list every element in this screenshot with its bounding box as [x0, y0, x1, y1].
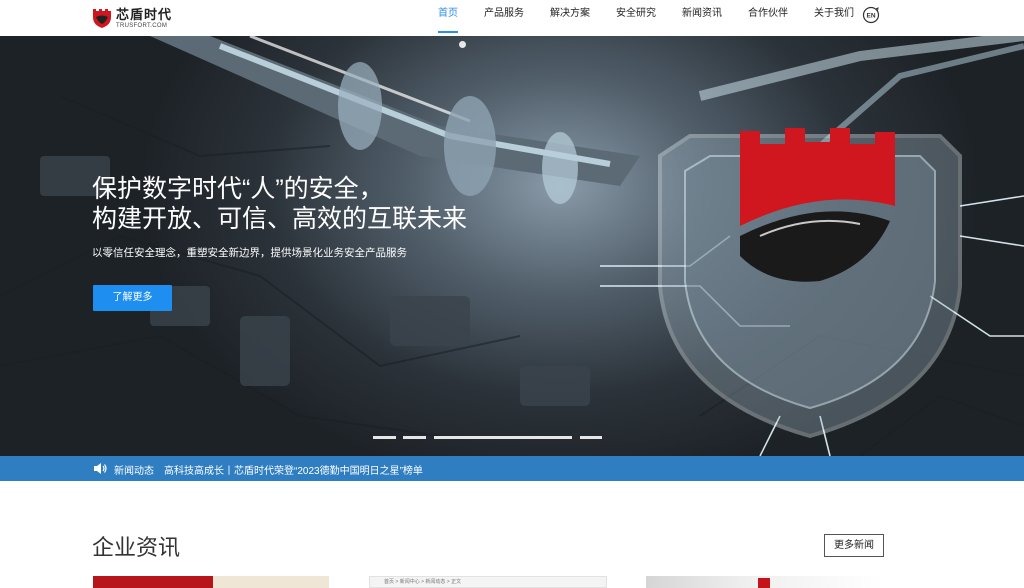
learn-more-button[interactable]: 了解更多: [93, 285, 172, 311]
nav-solutions[interactable]: 解决方案: [537, 0, 603, 36]
news-ticker-label: 新闻动态: [114, 466, 154, 477]
news-card-1[interactable]: [93, 576, 329, 588]
nav-home[interactable]: 首页: [425, 0, 471, 36]
logo-name: 芯盾时代: [116, 6, 173, 22]
hero-title-line-2: 构建开放、可信、高效的互联未来: [92, 205, 468, 233]
news-card-image-mark: [758, 578, 770, 588]
hero-subtitle: 以零信任安全理念，重塑安全新边界，提供场景化业务安全产品服务: [92, 247, 407, 259]
carousel-dot-4[interactable]: [580, 436, 602, 439]
carousel-dot-1[interactable]: [373, 436, 396, 439]
section-title: 企业资讯: [92, 535, 181, 560]
language-label: EN: [866, 13, 875, 20]
news-ticker: 新闻动态 高科技高成长丨芯盾时代荣登“2023德勤中国明日之星”榜单: [0, 456, 1024, 481]
shield-logo-icon: [93, 9, 111, 28]
news-card-breadcrumb: 首页 > 新闻中心 > 新闻动态 > 正文: [384, 579, 462, 585]
nav-partners[interactable]: 合作伙伴: [735, 0, 801, 36]
speaker-icon: [94, 463, 107, 474]
hero-title-line-1: 保护数字时代“人”的安全，: [92, 175, 384, 203]
hero-title: 保护数字时代“人”的安全， 构建开放、可信、高效的互联未来: [92, 174, 467, 234]
news-card-2[interactable]: 首页 > 新闻中心 > 新闻动态 > 正文: [369, 576, 607, 588]
logo[interactable]: 芯盾时代 TRUSFORT.COM: [92, 4, 172, 32]
nav-products[interactable]: 产品服务: [471, 0, 537, 36]
carousel-dot-2[interactable]: [403, 436, 426, 439]
site-header: 芯盾时代 TRUSFORT.COM 首页 产品服务 解决方案 安全研究 新闻资讯…: [0, 0, 1024, 36]
carousel-pagination: [0, 436, 1024, 439]
nav-news[interactable]: 新闻资讯: [669, 0, 735, 36]
news-ticker-headline[interactable]: 高科技高成长丨芯盾时代荣登“2023德勤中国明日之星”榜单: [164, 462, 423, 477]
language-globe-icon[interactable]: EN: [862, 6, 880, 24]
carousel-dot-3-active[interactable]: [434, 436, 572, 439]
news-card-3[interactable]: [646, 576, 883, 588]
hero-banner: 保护数字时代“人”的安全， 构建开放、可信、高效的互联未来 以零信任安全理念，重…: [0, 36, 1024, 456]
more-news-button[interactable]: 更多新闻: [824, 534, 884, 557]
nav-about[interactable]: 关于我们: [801, 0, 867, 36]
slide-indicator-dot: [459, 41, 466, 48]
nav-security-research[interactable]: 安全研究: [603, 0, 669, 36]
logo-domain: TRUSFORT.COM: [116, 22, 168, 29]
main-nav: 首页 产品服务 解决方案 安全研究 新闻资讯 合作伙伴 关于我们: [425, 0, 867, 36]
